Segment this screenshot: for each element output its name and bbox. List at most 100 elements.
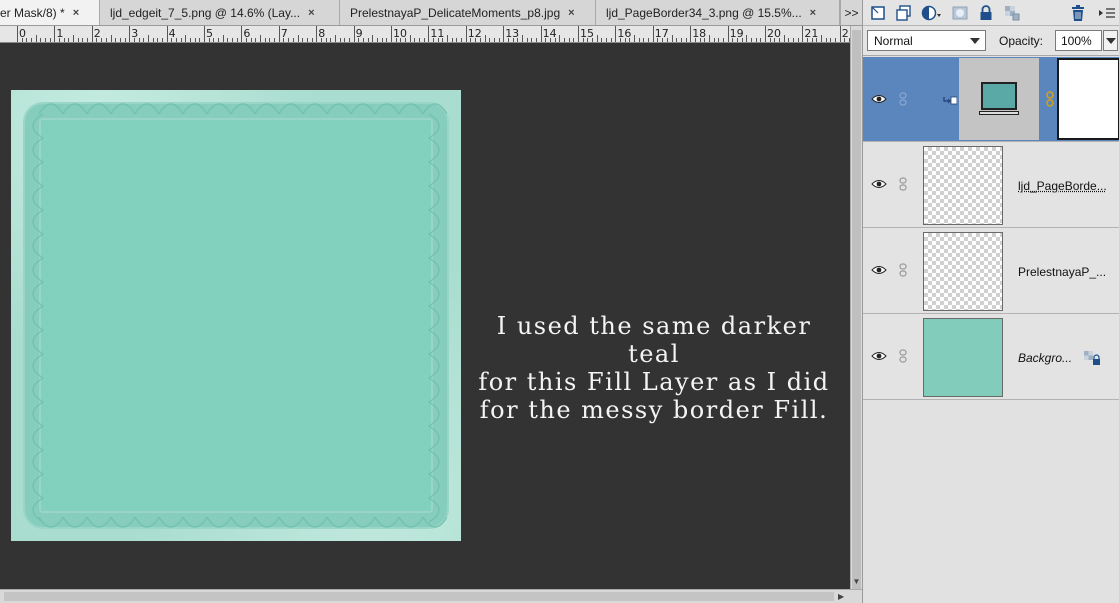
ruler-minor-tick <box>531 38 533 42</box>
tab-current-document[interactable]: er Mask/8) * × <box>0 0 100 25</box>
scroll-down-icon[interactable]: ▼ <box>851 577 862 587</box>
horizontal-scrollbar-thumb[interactable] <box>4 592 834 601</box>
ruler-major-tick <box>241 26 243 42</box>
close-icon[interactable]: × <box>308 7 314 19</box>
tab-page-border[interactable]: ljd_PageBorder34_3.png @ 15.5%... × <box>596 0 840 25</box>
close-icon[interactable]: × <box>73 7 79 19</box>
ruler-minor-tick <box>77 38 79 42</box>
layer-mask-icon[interactable] <box>951 4 969 22</box>
canvas-area[interactable]: I used the same darker teal for this Fil… <box>0 44 850 589</box>
ruler-minor-tick <box>306 38 308 42</box>
ruler-minor-tick <box>269 38 271 42</box>
delete-layer-icon[interactable] <box>1069 4 1087 22</box>
ruler-minor-tick <box>671 35 673 42</box>
adjustment-layer-icon[interactable] <box>921 4 945 22</box>
new-layer-icon[interactable] <box>869 4 887 22</box>
close-icon[interactable]: × <box>810 7 816 19</box>
lock-transparency-icon[interactable] <box>1003 4 1021 22</box>
ruler-minor-tick <box>559 35 561 42</box>
horizontal-scrollbar[interactable]: ▶ <box>0 589 862 603</box>
layer-name[interactable]: Backgro... <box>1018 351 1072 365</box>
ruler-minor-tick <box>115 38 117 42</box>
ruler-minor-tick <box>512 38 514 42</box>
layer-name[interactable]: ljd_PageBorde... <box>1018 179 1107 193</box>
ruler-minor-tick <box>648 38 650 42</box>
ruler-minor-tick <box>447 35 449 42</box>
visibility-eye-icon[interactable] <box>871 350 887 362</box>
ruler-minor-tick <box>676 38 678 42</box>
ruler-minor-tick <box>274 38 276 42</box>
layer-name[interactable]: PrelestnayaP_... <box>1018 265 1106 279</box>
layer-row-prelestnaya[interactable]: PrelestnayaP_... <box>863 228 1119 314</box>
link-icon[interactable] <box>899 263 907 277</box>
ruler-major-tick <box>129 26 131 42</box>
ruler-minor-tick <box>101 38 103 42</box>
link-icon[interactable] <box>899 92 907 106</box>
ruler-minor-tick <box>830 38 832 42</box>
visibility-eye-icon[interactable] <box>871 178 887 190</box>
ruler-minor-tick <box>288 38 290 42</box>
ruler-minor-tick <box>821 35 823 42</box>
ruler-minor-tick <box>344 38 346 42</box>
layer-thumbnail[interactable] <box>923 318 1003 397</box>
ruler-minor-tick <box>283 38 285 42</box>
ruler-minor-tick <box>87 38 89 42</box>
ruler-minor-tick <box>741 38 743 42</box>
layer-mask-thumbnail[interactable] <box>1057 58 1119 140</box>
ruler-minor-tick <box>124 38 126 42</box>
ruler-minor-tick <box>348 38 350 42</box>
layer-row-background[interactable]: Backgro... <box>863 314 1119 400</box>
layer-options-row: Normal Opacity: 100% <box>863 26 1119 56</box>
ruler-minor-tick <box>381 38 383 42</box>
ruler-major-tick <box>166 26 168 42</box>
ruler-minor-tick <box>330 38 332 42</box>
fill-layer-thumbnail[interactable] <box>959 58 1039 140</box>
blend-mode-select[interactable]: Normal <box>867 30 986 51</box>
layer-thumbnail[interactable] <box>923 146 1003 225</box>
ruler-minor-tick <box>255 38 257 42</box>
ruler-minor-tick <box>372 35 374 42</box>
ruler-minor-tick <box>376 38 378 42</box>
visibility-eye-icon[interactable] <box>871 264 887 276</box>
ruler-minor-tick <box>400 38 402 42</box>
ruler-major-tick <box>465 26 467 42</box>
ruler-minor-tick <box>35 35 37 42</box>
ruler-minor-tick <box>708 35 710 42</box>
ruler-minor-tick <box>297 35 299 42</box>
ruler-major-tick <box>578 26 579 42</box>
scroll-right-icon[interactable]: ▶ <box>838 590 848 603</box>
ruler-minor-tick <box>208 38 210 42</box>
ruler-minor-tick <box>339 38 341 42</box>
ruler-minor-tick <box>526 38 528 42</box>
link-icon[interactable] <box>899 177 907 191</box>
layer-row-page-border[interactable]: ljd_PageBorde... <box>863 142 1119 228</box>
visibility-eye-icon[interactable] <box>871 93 887 105</box>
ruler-minor-tick <box>825 38 827 42</box>
panel-menu-icon[interactable] <box>1097 4 1117 22</box>
tab-edgeit[interactable]: ljd_edgeit_7_5.png @ 14.6% (Lay... × <box>100 0 340 25</box>
ruler-minor-tick <box>185 35 187 42</box>
ruler-minor-tick <box>451 38 453 42</box>
tab-delicate-moments[interactable]: PrelestnayaP_DelicateMoments_p8.jpg × <box>340 0 596 25</box>
ruler-minor-tick <box>250 38 252 42</box>
close-icon[interactable]: × <box>568 7 574 19</box>
ruler-minor-tick <box>521 35 523 42</box>
ruler-major-tick <box>615 26 617 42</box>
vertical-scrollbar[interactable]: ▼ <box>850 26 862 598</box>
link-icon[interactable] <box>899 349 907 363</box>
ruler-minor-tick <box>236 38 238 42</box>
layer-thumbnail[interactable] <box>923 232 1003 311</box>
layer-row-fill[interactable] <box>863 57 1119 142</box>
vertical-scrollbar-thumb[interactable] <box>852 30 861 598</box>
document-canvas[interactable] <box>11 90 461 541</box>
tabs-overflow-button[interactable]: >> <box>840 0 862 25</box>
lock-all-icon[interactable] <box>977 4 995 22</box>
opacity-dropdown-button[interactable] <box>1103 30 1118 51</box>
new-group-icon[interactable] <box>895 4 913 22</box>
ruler-major-tick <box>802 26 804 42</box>
opacity-input[interactable]: 100% <box>1055 30 1102 51</box>
ruler-minor-tick <box>638 38 640 42</box>
ruler-minor-tick <box>783 35 785 42</box>
ruler-major-tick <box>278 26 280 42</box>
mask-link-icon[interactable] <box>1046 91 1054 107</box>
